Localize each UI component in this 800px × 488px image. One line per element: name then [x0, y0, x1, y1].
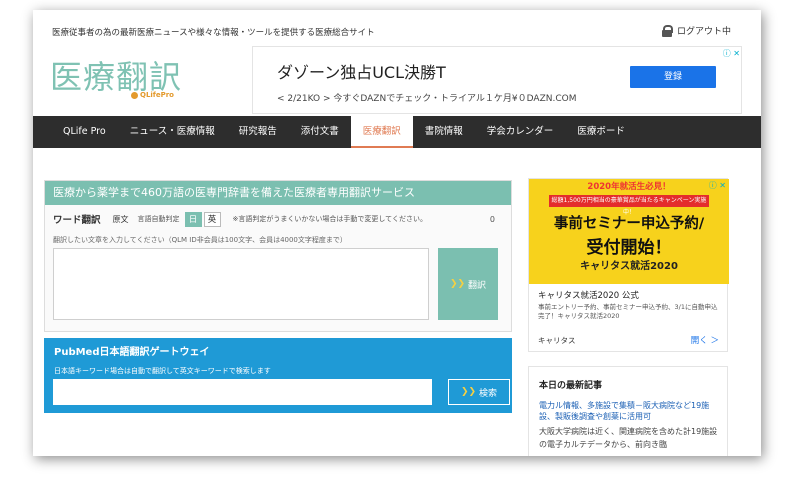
pubmed-hint: 日本語キーワード場合は自動で翻訳して英文キーワードで検索します [54, 367, 271, 375]
nav-item-books[interactable]: 書院情報 [413, 116, 475, 148]
nav-item-conference-calendar[interactable]: 学会カレンダー [475, 116, 566, 148]
side-ad-campaign: 総額1,500万円相当の豪華賞品が当たるキャンペーン実施中！ [549, 195, 709, 216]
translator-panel: 医療から薬学まで460万語の医専門辞書を備えた医療者専用翻訳サービス ワード翻訳… [44, 180, 512, 332]
logo-brand: QLifePro [131, 91, 174, 99]
main-nav: QLife Pro ニュース・医療情報 研究報告 添付文書 医療翻訳 書院情報 … [33, 116, 761, 148]
adchoices-icon[interactable]: ⓘ ✕ [723, 48, 740, 59]
language-note: ※言語判定がうまくいかない場合は手動で変更してください。 [232, 215, 427, 223]
nav-item-news[interactable]: ニュース・医療情報 [118, 116, 227, 148]
lock-icon [661, 24, 673, 37]
top-advertisement[interactable]: ⓘ ✕ ダゾーン独占UCL決勝T < 2/21KO > 今すぐDAZNでチェック… [252, 46, 742, 114]
translate-button[interactable]: ❯❯ 翻訳 [438, 248, 498, 320]
translator-header: 医療から薬学まで460万語の医専門辞書を備えた医療者専用翻訳サービス [45, 181, 511, 205]
logout-label: ログアウト中 [676, 27, 731, 37]
ad-text: < 2/21KO > 今すぐDAZNでチェック・トライアル１ケ月¥０DAZN.C… [277, 94, 577, 104]
translator-hint: 翻訳したい文章を入力してください（QLM ID非会員は100文字、会員は4000… [53, 236, 347, 244]
chevron-right-icon: ❯❯ [449, 279, 466, 289]
lang-japanese-button[interactable]: 日 [184, 211, 202, 227]
pubmed-search-button[interactable]: ❯❯ 検索 [448, 379, 510, 405]
source-label: 原文 [112, 214, 129, 224]
latest-news-title: 本日の最新記事 [539, 381, 603, 391]
side-ad-headline: 2020年就活生必見！ [587, 182, 671, 192]
side-ad-title[interactable]: キャリタス就活2020 公式 [538, 289, 639, 301]
nav-item-qlife-pro[interactable]: QLife Pro [51, 116, 118, 148]
side-ad-banner[interactable]: 2020年就活生必見！ 総額1,500万円相当の豪華賞品が当たるキャンペーン実施… [529, 179, 729, 284]
pubmed-search-label: 検索 [479, 388, 498, 399]
translator-options: ワード翻訳 原文 言語自動判定 日 英 ※言語判定がうまくいかない場合は手動で変… [53, 211, 503, 227]
ad-register-button[interactable]: 登録 [630, 66, 716, 88]
translate-button-label: 翻訳 [468, 280, 487, 291]
nav-item-medical-board[interactable]: 医療ボード [565, 116, 637, 148]
logo-brand-label: QLifePro [140, 91, 174, 99]
news-article-link[interactable]: 電力ル情報、多施設で集積－阪大病院など19施設、製販後調査や創薬に活用可 [539, 400, 719, 422]
chevron-right-icon: ❯❯ [460, 387, 477, 397]
adchoices-icon[interactable]: ⓘ ✕ [709, 180, 726, 191]
site-tagline: 医療従事者の為の最新医療ニュースや様々な情報・ツールを提供する医療総合サイト [52, 28, 375, 38]
side-ad-open-link[interactable]: 開く ＞ [691, 334, 719, 346]
latest-news-panel: 本日の最新記事 電力ル情報、多施設で集積－阪大病院など19施設、製販後調査や創薬… [528, 366, 728, 456]
news-article-excerpt: 大阪大学病院は近く、関連病院を含めた計19施設の電子カルテデータから、前向き臨 [539, 427, 718, 449]
pubmed-panel: PubMed日本語翻訳ゲートウェイ 日本語キーワード場合は自動で翻訳して英文キー… [44, 338, 512, 413]
translation-input[interactable] [53, 248, 429, 320]
ad-title[interactable]: ダゾーン独占UCL決勝T [277, 59, 446, 83]
nav-item-research[interactable]: 研究報告 [227, 116, 289, 148]
nav-item-medical-translation[interactable]: 医療翻訳 [350, 116, 413, 148]
side-advertisement[interactable]: 2020年就活生必見！ 総額1,500万円相当の豪華賞品が当たるキャンペーン実施… [528, 178, 729, 352]
side-ad-advertiser: キャリタス [538, 336, 576, 345]
logout-link[interactable]: ログアウト中 [661, 24, 731, 37]
lang-english-button[interactable]: 英 [203, 211, 221, 227]
browser-frame: 医療従事者の為の最新医療ニュースや様々な情報・ツールを提供する医療総合サイト ロ… [33, 10, 761, 456]
auto-detect-label: 言語自動判定 [137, 215, 180, 223]
word-translation-label: ワード翻訳 [53, 215, 101, 226]
pubmed-search-input[interactable] [53, 379, 432, 405]
side-ad-description: 事前エントリー予約、事前セミナー申込予約、3/1に自動申込完了！キャリタス就活2… [538, 303, 718, 320]
char-count: 0 [489, 214, 495, 224]
side-ad-brand: キャリタス就活2020 [580, 261, 678, 272]
pubmed-header: PubMed日本語翻訳ゲートウェイ [54, 347, 210, 358]
brand-dot-icon [131, 91, 138, 99]
nav-item-package-insert[interactable]: 添付文書 [289, 116, 351, 148]
side-ad-main-line2: 受付開始！ [586, 238, 672, 258]
side-ad-main-line1: 事前セミナー申込予約/ [553, 216, 705, 232]
